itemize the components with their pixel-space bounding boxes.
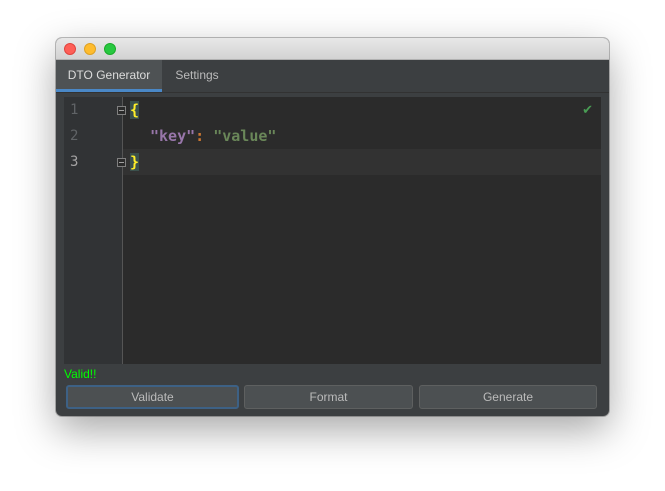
fold-collapse-icon[interactable] — [117, 158, 126, 167]
line-number-current: 3 — [70, 154, 79, 170]
json-editor[interactable]: 1 2 3 { "key": "value" } ✔ — [64, 97, 601, 364]
line-number: 1 — [70, 102, 79, 118]
validation-status: Valid!! — [64, 367, 97, 381]
validate-button[interactable]: Validate — [66, 385, 239, 409]
code-line-1: { — [130, 97, 140, 123]
code-line-3: } — [130, 149, 140, 175]
code-line-2: "key": "value" — [150, 123, 276, 149]
fold-collapse-icon[interactable] — [117, 106, 126, 115]
tab-dto-generator[interactable]: DTO Generator — [56, 60, 162, 92]
json-value: "value" — [213, 127, 277, 145]
current-line-highlight — [64, 149, 601, 175]
generate-button[interactable]: Generate — [419, 385, 597, 409]
tab-settings[interactable]: Settings — [162, 60, 232, 92]
json-colon: : — [195, 127, 205, 145]
title-bar — [56, 38, 609, 60]
line-number: 2 — [70, 128, 79, 144]
app-window: DTO Generator Settings 1 2 3 { "key": "v… — [56, 38, 609, 416]
close-brace: } — [130, 153, 140, 171]
format-button[interactable]: Format — [244, 385, 413, 409]
check-icon: ✔ — [582, 103, 593, 118]
close-window-button[interactable] — [64, 43, 76, 55]
open-brace: { — [130, 101, 140, 119]
tab-bar: DTO Generator Settings — [56, 60, 609, 93]
minimize-window-button[interactable] — [84, 43, 96, 55]
maximize-window-button[interactable] — [104, 43, 116, 55]
json-key: "key" — [150, 127, 196, 145]
